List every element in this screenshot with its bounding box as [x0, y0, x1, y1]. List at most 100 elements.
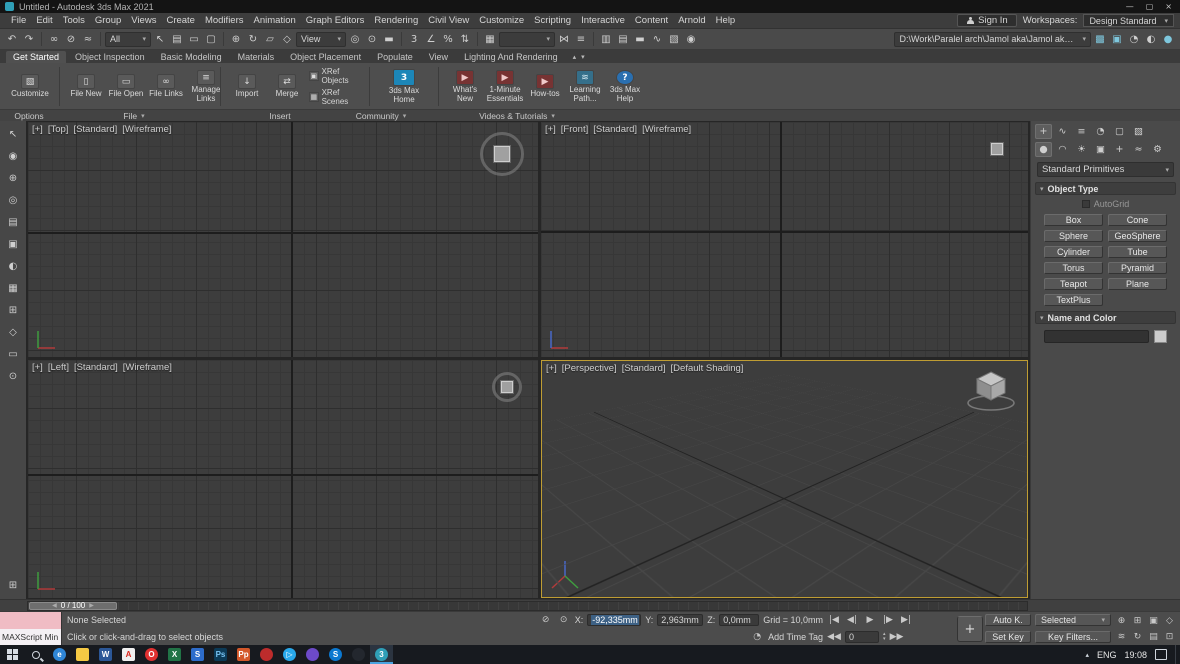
object-color-swatch[interactable] — [1154, 330, 1167, 343]
how-tos-button[interactable]: ▶ How-tos — [527, 74, 563, 98]
use-pivot-center-icon[interactable]: ◎ — [347, 31, 363, 47]
object-name-input[interactable] — [1044, 330, 1149, 343]
ribbon-tab-lighting-rendering[interactable]: Lighting And Rendering — [457, 51, 565, 63]
window-minimize-button[interactable]: — — [1126, 2, 1134, 11]
viewport-front[interactable]: [+] [Front] [Standard] [Wireframe] — [541, 122, 1028, 357]
taskbar-app-icon[interactable]: A — [117, 645, 140, 664]
frame-back-icon[interactable]: ◀ — [52, 602, 57, 609]
select-object-icon[interactable]: ↖ — [152, 31, 168, 47]
render-iterative-icon[interactable]: ◐ — [1143, 31, 1159, 47]
orbit-icon[interactable]: ↻ — [1130, 629, 1145, 644]
menu-item-file[interactable]: File — [6, 14, 31, 27]
previous-key-icon[interactable]: ◀◀ — [827, 630, 841, 643]
viewport-perspective[interactable]: [+] [Perspective] [Standard] [Default Sh… — [541, 360, 1028, 598]
merge-button[interactable]: ⇄ Merge — [269, 74, 305, 98]
keyboard-override-icon[interactable]: ▬ — [381, 31, 397, 47]
sphere-button[interactable]: Sphere — [1044, 230, 1103, 242]
select-and-place-icon[interactable]: ◇ — [279, 31, 295, 47]
angle-snap-icon[interactable]: ∠ — [423, 31, 439, 47]
viewport-general-menu[interactable]: [+] — [32, 362, 43, 373]
scene-explorer-icon[interactable]: ▥ — [598, 31, 614, 47]
category-systems-icon[interactable]: ⚙ — [1149, 142, 1166, 157]
manage-links-button[interactable]: ≡ Manage Links — [188, 70, 224, 103]
ribbon-tab-populate[interactable]: Populate — [370, 51, 420, 63]
ribbon-tab-materials[interactable]: Materials — [231, 51, 282, 63]
selection-region-icon[interactable]: ▭ — [186, 31, 202, 47]
bind-to-space-warp-icon[interactable]: ≈ — [80, 31, 96, 47]
snap-toggle-icon[interactable]: 3 — [406, 31, 422, 47]
file-open-button[interactable]: ▭ File Open — [108, 74, 144, 98]
rendered-frame-window-icon[interactable]: ▣ — [1109, 31, 1125, 47]
menu-item-animation[interactable]: Animation — [249, 14, 301, 27]
ribbon-group-label-options[interactable]: Options — [0, 111, 58, 121]
taskbar-app-icon[interactable]: e — [48, 645, 71, 664]
category-spacewarps-icon[interactable]: ≈ — [1130, 142, 1147, 157]
viewport-shading-menu[interactable]: [Wireframe] — [642, 124, 691, 135]
category-helpers-icon[interactable]: + — [1111, 142, 1128, 157]
redo-icon[interactable]: ↷ — [21, 31, 37, 47]
ribbon-tab-object-placement[interactable]: Object Placement — [283, 51, 368, 63]
time-slider-track[interactable]: ◀ 0 / 100 ▶ — [27, 601, 1028, 611]
3dsmax-home-button[interactable]: 3 3ds Max Home — [383, 69, 425, 104]
select-and-manipulate-icon[interactable]: ⊙ — [364, 31, 380, 47]
set-keys-button[interactable]: + — [957, 616, 983, 642]
align-icon[interactable]: ≡ — [573, 31, 589, 47]
selection-lock-icon[interactable]: ⊙ — [557, 614, 571, 627]
left-toolbar-icon[interactable]: ▦ — [5, 280, 22, 296]
add-time-tag-button[interactable]: Add Time Tag — [768, 632, 823, 642]
ribbon-group-label-videos[interactable]: Videos & Tutorials ▾ — [412, 111, 622, 121]
render-production-icon[interactable]: ● — [1160, 31, 1176, 47]
curve-editor-icon[interactable]: ∿ — [649, 31, 665, 47]
box-button[interactable]: Box — [1044, 214, 1103, 226]
object-type-rollout-header[interactable]: ▾ Object Type — [1035, 182, 1176, 195]
named-selection-select[interactable]: ▾ — [499, 32, 555, 47]
cylinder-button[interactable]: Cylinder — [1044, 246, 1103, 258]
tab-motion-icon[interactable]: ◔ — [1092, 124, 1109, 139]
maxscript-mini-listener[interactable]: MAXScript Min — [0, 612, 62, 645]
ribbon-group-label-community[interactable]: Community ▾ — [350, 111, 412, 121]
viewport-pov-menu[interactable]: [Top] — [48, 124, 69, 135]
viewport-top[interactable]: [+] [Top] [Standard] [Wireframe] — [28, 122, 538, 357]
viewport-layout-tabs-icon[interactable]: ⊞ — [5, 577, 22, 593]
left-toolbar-icon[interactable]: ◎ — [5, 192, 22, 208]
taskbar-app-icon[interactable]: O — [140, 645, 163, 664]
viewport-style-menu[interactable]: [Standard] — [74, 362, 118, 373]
clock-label[interactable]: 19:08 — [1124, 650, 1147, 660]
spinner-snap-icon[interactable]: ⇅ — [457, 31, 473, 47]
coordinate-y-input[interactable]: 2,963mm — [657, 614, 703, 626]
viewport-left[interactable]: [+] [Left] [Standard] [Wireframe] — [28, 360, 538, 598]
taskbar-app-icon[interactable]: S — [324, 645, 347, 664]
category-geometry-icon[interactable]: ● — [1035, 142, 1052, 157]
layer-explorer-icon[interactable]: ▤ — [615, 31, 631, 47]
left-toolbar-icon[interactable]: ◉ — [5, 148, 22, 164]
workspace-select[interactable]: Design Standard ▾ — [1083, 14, 1174, 27]
category-shapes-icon[interactable]: ◠ — [1054, 142, 1071, 157]
tab-create-icon[interactable]: + — [1035, 124, 1052, 139]
percent-snap-icon[interactable]: % — [440, 31, 456, 47]
taskbar-app-icon[interactable]: W — [94, 645, 117, 664]
viewport-style-menu[interactable]: [Standard] — [593, 124, 637, 135]
primitive-category-select[interactable]: Standard Primitives ▾ — [1037, 162, 1174, 177]
auto-key-button[interactable]: Auto K. — [985, 614, 1031, 626]
textplus-button[interactable]: TextPlus — [1044, 294, 1103, 306]
left-toolbar-icon[interactable]: ▭ — [5, 346, 22, 362]
select-and-scale-icon[interactable]: ▱ — [262, 31, 278, 47]
viewport-general-menu[interactable]: [+] — [32, 124, 43, 135]
viewport-shading-menu[interactable]: [Default Shading] — [671, 363, 744, 374]
key-filters-button[interactable]: Key Filters... — [1035, 631, 1111, 643]
viewcube[interactable] — [982, 134, 1012, 164]
menu-item-edit[interactable]: Edit — [31, 14, 57, 27]
tab-hierarchy-icon[interactable]: ≡ — [1073, 124, 1090, 139]
menu-item-civil-view[interactable]: Civil View — [423, 14, 474, 27]
reference-coordinate-select[interactable]: View ▾ — [296, 32, 346, 47]
time-slider-handle[interactable]: ◀ 0 / 100 ▶ — [29, 602, 117, 610]
viewport-style-menu[interactable]: [Standard] — [73, 124, 117, 135]
taskbar-app-icon-3dsmax[interactable]: 3 — [370, 645, 393, 664]
select-and-move-icon[interactable]: ⊕ — [228, 31, 244, 47]
listener-line[interactable]: MAXScript Min — [0, 629, 61, 646]
isolate-selection-icon[interactable]: ⊘ — [539, 614, 553, 627]
menu-item-help[interactable]: Help — [711, 14, 741, 27]
language-label[interactable]: ENG — [1097, 650, 1117, 660]
menu-item-group[interactable]: Group — [90, 14, 126, 27]
ribbon-options-icon[interactable]: ▾ — [581, 53, 585, 61]
